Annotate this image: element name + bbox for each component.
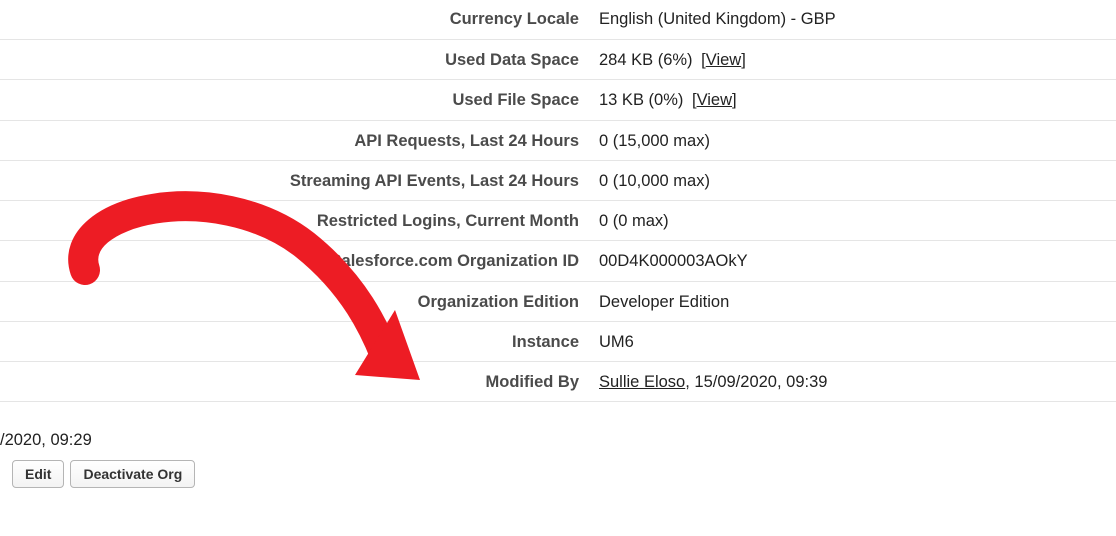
link-view-data-space[interactable]: View (706, 51, 741, 69)
text-modified-by-timestamp: , 15/09/2020, 09:39 (685, 373, 827, 391)
row-used-file-space: Used File Space 13 KB (0%) [View] (0, 80, 1116, 120)
button-bar: Edit Deactivate Org (12, 460, 195, 488)
value-api-requests: 0 (15,000 max) (595, 130, 1116, 152)
row-org-id: Salesforce.com Organization ID 00D4K0000… (0, 241, 1116, 281)
row-api-requests: API Requests, Last 24 Hours 0 (15,000 ma… (0, 121, 1116, 161)
bracket-close-2: ] (732, 91, 737, 109)
row-instance: Instance UM6 (0, 322, 1116, 362)
row-restricted-logins: Restricted Logins, Current Month 0 (0 ma… (0, 201, 1116, 241)
value-used-data-space: 284 KB (6%) [View] (595, 49, 1116, 71)
org-details-table: Currency Locale English (United Kingdom)… (0, 0, 1116, 402)
row-streaming-api: Streaming API Events, Last 24 Hours 0 (1… (0, 161, 1116, 201)
row-currency-locale: Currency Locale English (United Kingdom)… (0, 0, 1116, 40)
label-restricted-logins: Restricted Logins, Current Month (0, 210, 595, 232)
text-used-data-space: 284 KB (6%) (599, 51, 693, 69)
row-modified-by: Modified By Sullie Eloso, 15/09/2020, 09… (0, 362, 1116, 402)
value-restricted-logins: 0 (0 max) (595, 210, 1116, 232)
value-instance: UM6 (595, 331, 1116, 353)
bracket-close: ] (741, 51, 746, 69)
value-org-edition: Developer Edition (595, 291, 1116, 313)
edit-button[interactable]: Edit (12, 460, 64, 488)
label-api-requests: API Requests, Last 24 Hours (0, 130, 595, 152)
value-streaming-api: 0 (10,000 max) (595, 170, 1116, 192)
label-org-id: Salesforce.com Organization ID (0, 250, 595, 272)
label-org-edition: Organization Edition (0, 291, 595, 313)
value-org-id: 00D4K000003AOkY (595, 250, 1116, 272)
link-modified-by-user[interactable]: Sullie Eloso (599, 373, 685, 391)
label-used-file-space: Used File Space (0, 89, 595, 111)
value-currency-locale: English (United Kingdom) - GBP (595, 8, 1116, 30)
text-used-file-space: 13 KB (0%) (599, 91, 683, 109)
link-view-file-space[interactable]: View (697, 91, 732, 109)
value-modified-by: Sullie Eloso, 15/09/2020, 09:39 (595, 371, 1116, 393)
label-currency-locale: Currency Locale (0, 8, 595, 30)
value-used-file-space: 13 KB (0%) [View] (595, 89, 1116, 111)
text-created-date-fragment: /2020, 09:29 (0, 431, 92, 450)
deactivate-org-button[interactable]: Deactivate Org (70, 460, 195, 488)
label-modified-by: Modified By (0, 371, 595, 393)
label-instance: Instance (0, 331, 595, 353)
row-used-data-space: Used Data Space 284 KB (6%) [View] (0, 40, 1116, 80)
label-streaming-api: Streaming API Events, Last 24 Hours (0, 170, 595, 192)
label-used-data-space: Used Data Space (0, 49, 595, 71)
row-org-edition: Organization Edition Developer Edition (0, 282, 1116, 322)
